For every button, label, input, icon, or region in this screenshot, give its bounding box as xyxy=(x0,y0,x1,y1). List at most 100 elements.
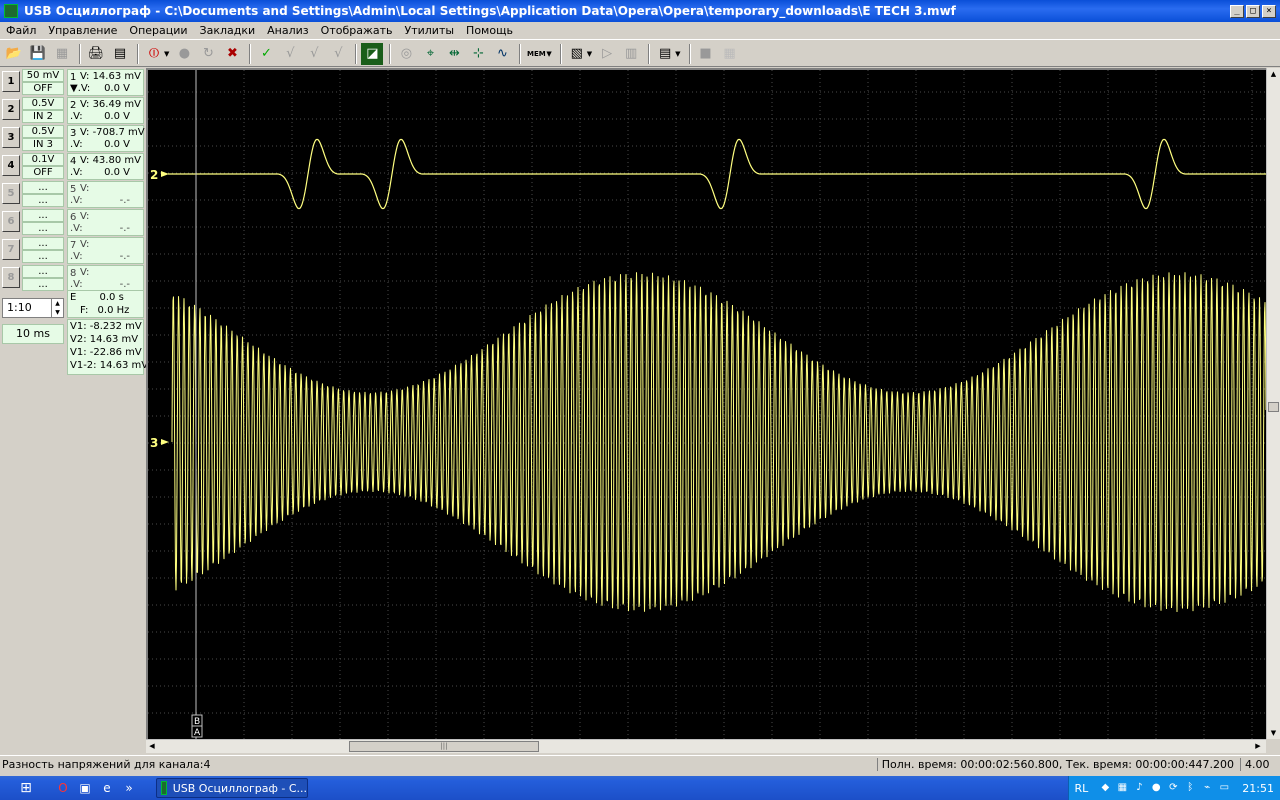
menu-utilities[interactable]: Утилиты xyxy=(399,24,461,37)
channel-input[interactable]: ... xyxy=(22,250,64,263)
spin-arrows-icon[interactable]: ▲ ▼ xyxy=(51,299,63,317)
usb-icon[interactable]: ⌁ xyxy=(1200,781,1214,795)
taskbar-app-button[interactable]: USB Осциллограф - С... xyxy=(156,778,308,798)
channel-scale[interactable]: 50 mV xyxy=(22,69,64,82)
channel-input[interactable]: IN 3 xyxy=(22,138,64,151)
zoom-fit-icon[interactable]: ◪ xyxy=(361,42,384,65)
dropdown-arrow-icon[interactable]: ▼ xyxy=(164,50,169,58)
delete-icon[interactable]: ▥ xyxy=(620,43,642,65)
channel-input[interactable]: ... xyxy=(22,278,64,291)
channel-input[interactable]: ... xyxy=(22,194,64,207)
graph-icon[interactable]: ∿ xyxy=(491,43,513,65)
horizontal-cursor-icon[interactable]: ⇹ xyxy=(443,43,465,65)
scope-canvas[interactable]: 2 3 B A xyxy=(148,70,1266,739)
monitor-icon[interactable]: ▭ xyxy=(1217,781,1231,795)
channel-scale[interactable]: 0.5V xyxy=(22,97,64,110)
cursor-a-label[interactable]: A xyxy=(194,728,201,738)
step-icon[interactable]: ↻ xyxy=(197,43,219,65)
network-icon[interactable]: ▦ xyxy=(1115,781,1129,795)
menu-help[interactable]: Помощь xyxy=(460,24,519,37)
opera-icon[interactable]: O xyxy=(54,779,72,797)
dropdown-arrow-icon[interactable]: ▼ xyxy=(587,50,592,58)
vertical-scrollbar[interactable]: ▲ ▼ xyxy=(1266,68,1280,739)
maximize-button[interactable]: □ xyxy=(1246,4,1260,18)
channel-input[interactable]: OFF xyxy=(22,166,64,179)
scroll-left-icon[interactable]: ◀ xyxy=(146,740,158,753)
language-indicator[interactable]: RL xyxy=(1075,782,1089,795)
antivirus-icon[interactable]: ● xyxy=(1149,781,1163,795)
channel-scale[interactable]: 0.5V xyxy=(22,125,64,138)
channel-2-button[interactable]: 2 xyxy=(2,99,20,120)
horizontal-scroll-thumb[interactable]: ||| xyxy=(349,741,539,752)
channel-5-button[interactable]: 5 xyxy=(2,183,20,204)
tools-icon[interactable]: ✖ xyxy=(221,43,243,65)
scroll-down-icon[interactable]: ▼ xyxy=(1267,727,1280,739)
export-icon[interactable]: ▦ xyxy=(51,43,73,65)
channel-input[interactable]: OFF xyxy=(22,82,64,95)
menu-view[interactable]: Отображать xyxy=(315,24,399,37)
menu-file[interactable]: Файл xyxy=(0,24,42,37)
bluetooth-icon[interactable]: ᛒ xyxy=(1183,781,1197,795)
channel-scale[interactable]: ... xyxy=(22,265,64,278)
channel-2-marker[interactable]: 2 xyxy=(150,168,158,182)
cursor-icon[interactable]: ⌖ xyxy=(419,43,441,65)
oscilloscope-display[interactable]: 2 3 B A xyxy=(146,68,1266,739)
square-icon[interactable]: ■ xyxy=(695,43,717,65)
check-4-icon[interactable]: √ xyxy=(327,43,349,65)
channel-input[interactable]: IN 2 xyxy=(22,110,64,123)
open-folder-icon[interactable]: 📂 xyxy=(3,43,25,65)
measure-icon[interactable]: ◎ xyxy=(395,43,417,65)
probe-ratio-select[interactable]: 1:10 ▲ ▼ xyxy=(2,298,64,318)
stop-icon[interactable]: ⏼ xyxy=(143,43,165,65)
dropdown-arrow-icon[interactable]: ▼ xyxy=(675,50,680,58)
grid-icon[interactable]: ▦ xyxy=(719,43,741,65)
chevron-right-icon[interactable]: » xyxy=(120,779,138,797)
channel-6-button[interactable]: 6 xyxy=(2,211,20,232)
check-icon[interactable]: ✓ xyxy=(255,43,277,65)
print-icon[interactable]: 🖨 xyxy=(85,43,107,65)
channel-7-button[interactable]: 7 xyxy=(2,239,20,260)
timebase-value[interactable]: 10 ms xyxy=(2,324,64,344)
vertical-cursor-icon[interactable]: ⊹ xyxy=(467,43,489,65)
close-button[interactable]: × xyxy=(1262,4,1276,18)
channel-scale[interactable]: ... xyxy=(22,181,64,194)
channel-scale[interactable]: 0.1V xyxy=(22,153,64,166)
menu-analysis[interactable]: Анализ xyxy=(261,24,315,37)
menu-operations[interactable]: Операции xyxy=(123,24,193,37)
bookmark-icon[interactable]: ▧ xyxy=(566,43,588,65)
minimize-button[interactable]: _ xyxy=(1230,4,1244,18)
check-2-icon[interactable]: √ xyxy=(279,43,301,65)
channel-8-button[interactable]: 8 xyxy=(2,267,20,288)
channel-scale[interactable]: ... xyxy=(22,209,64,222)
update-icon[interactable]: ⟳ xyxy=(1166,781,1180,795)
shield-icon[interactable]: ◆ xyxy=(1098,781,1112,795)
vertical-scroll-thumb[interactable] xyxy=(1268,402,1279,412)
channel-3-marker[interactable]: 3 xyxy=(150,436,158,450)
check-3-icon[interactable]: √ xyxy=(303,43,325,65)
memory-icon[interactable]: MEM xyxy=(525,43,547,65)
channel-4-button[interactable]: 4 xyxy=(2,155,20,176)
ie-icon[interactable]: e xyxy=(98,779,116,797)
channel-1-button[interactable]: 1 xyxy=(2,71,20,92)
spectrum-icon[interactable]: ▤ xyxy=(654,43,676,65)
dropdown-arrow-icon[interactable]: ▼ xyxy=(546,50,551,58)
channel-3-button[interactable]: 3 xyxy=(2,127,20,148)
status-time: Полн. время: 00:00:02:560.800, Тек. врем… xyxy=(876,758,1240,771)
oscilloscope-app-icon xyxy=(4,4,18,18)
volume-icon[interactable]: ♪ xyxy=(1132,781,1146,795)
save-disk-icon[interactable]: ▣ xyxy=(76,779,94,797)
f-label: F: xyxy=(80,305,89,316)
scroll-right-icon[interactable]: ▶ xyxy=(1252,740,1264,753)
print-preview-icon[interactable]: ▤ xyxy=(109,43,131,65)
e-label: E xyxy=(70,292,77,303)
menu-control[interactable]: Управление xyxy=(42,24,123,37)
channel-input[interactable]: ... xyxy=(22,222,64,235)
scroll-up-icon[interactable]: ▲ xyxy=(1267,68,1280,80)
channel-scale[interactable]: ... xyxy=(22,237,64,250)
save-icon[interactable]: 💾 xyxy=(27,43,49,65)
horizontal-scrollbar[interactable]: ◀ ||| ▶ xyxy=(146,739,1266,753)
record-icon[interactable]: ● xyxy=(173,43,195,65)
menu-bookmarks[interactable]: Закладки xyxy=(194,24,262,37)
play-icon[interactable]: ▷ xyxy=(596,43,618,65)
start-button[interactable]: ⊞ xyxy=(0,776,52,800)
